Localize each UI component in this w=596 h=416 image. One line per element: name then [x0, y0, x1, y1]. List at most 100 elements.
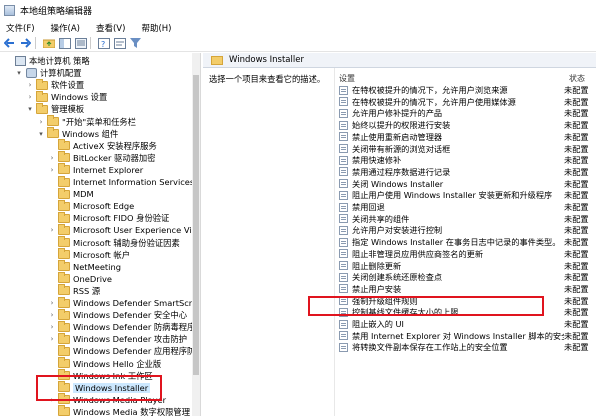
tree-item[interactable]: OneDrive	[48, 272, 112, 285]
policy-name: 禁用快速修补	[352, 155, 402, 166]
tree-item[interactable]: › Internet Explorer	[48, 163, 143, 176]
tree-item[interactable]: ▾ 管理模板	[26, 102, 85, 115]
policy-row[interactable]: 阻止嵌入的 UI 未配置	[339, 318, 596, 330]
folder-icon	[47, 127, 59, 139]
tree-item[interactable]: ▾ 计算机配置	[15, 67, 82, 79]
policy-setting-icon	[339, 155, 348, 165]
policy-row[interactable]: 关闭带有新源的浏览对话框 未配置	[339, 143, 596, 155]
tree-item[interactable]: ▾ Windows 组件	[37, 127, 118, 140]
policy-row[interactable]: 允许用户对安装进行控制 未配置	[339, 224, 596, 236]
collapsed-arrow-icon[interactable]: ›	[48, 335, 56, 343]
folder-icon	[58, 308, 70, 320]
filter-icon[interactable]	[129, 37, 142, 50]
tree-item-label: Microsoft 帐户	[73, 249, 130, 260]
tree-item[interactable]: Microsoft 辅助身份验证因素	[48, 236, 180, 249]
policy-row[interactable]: 关闭 Windows Installer 未配置	[339, 178, 596, 190]
policy-name: 禁止使用重新启动管理器	[352, 131, 443, 142]
expanded-arrow-icon[interactable]: ▾	[26, 105, 34, 113]
details-pane: Windows Installer 选择一个项目来查看它的描述。 设置 状态 在…	[203, 53, 596, 416]
tree-item[interactable]: › BitLocker 驱动器加密	[48, 151, 156, 164]
show-tree-icon[interactable]	[58, 37, 71, 50]
collapsed-arrow-icon[interactable]: ›	[48, 226, 56, 234]
tree-item-label: Internet Information Services	[73, 177, 195, 187]
menu-help[interactable]: 帮助(H)	[141, 22, 171, 34]
policy-row[interactable]: 禁止使用重新启动管理器 未配置	[339, 131, 596, 143]
menu-view[interactable]: 查看(V)	[96, 22, 125, 34]
policy-row[interactable]: 阻止非管理员应用供应商签名的更新 未配置	[339, 248, 596, 260]
column-header-setting[interactable]: 设置	[339, 73, 355, 84]
policy-row[interactable]: 禁用回退 未配置	[339, 201, 596, 213]
collapsed-arrow-icon[interactable]: ›	[26, 81, 34, 89]
forward-icon[interactable]	[19, 37, 32, 50]
help-icon[interactable]: ?	[97, 37, 110, 50]
tree-item[interactable]: › Windows 设置	[26, 90, 107, 103]
window-title: 本地组策略编辑器	[20, 6, 93, 17]
tree-item-label: Windows Hello 企业版	[73, 358, 162, 369]
policy-setting-icon	[339, 144, 348, 153]
tree-item[interactable]: Windows Media 数字权限管理	[48, 405, 191, 416]
tree-item[interactable]: ActiveX 安装程序服务	[48, 139, 157, 152]
tree-item[interactable]: Windows Hello 企业版	[48, 357, 162, 370]
tree-item-label: 管理模板	[51, 104, 85, 115]
policy-state: 未配置	[564, 295, 589, 306]
tree-item[interactable]: › Microsoft User Experience Virtualiz	[48, 223, 200, 236]
policy-row[interactable]: 禁用 Internet Explorer 对 Windows Installer…	[339, 330, 596, 342]
back-icon[interactable]	[3, 37, 16, 50]
details-header-title: Windows Installer	[229, 55, 304, 65]
toolbar: ?	[0, 35, 596, 52]
policy-row[interactable]: 允许用户修补提升的产品 未配置	[339, 107, 596, 119]
collapsed-arrow-icon[interactable]: ›	[48, 166, 56, 174]
collapsed-arrow-icon[interactable]: ›	[48, 154, 56, 162]
tree-item[interactable]: 本地计算机 策略	[4, 55, 90, 67]
menu-file[interactable]: 文件(F)	[6, 22, 35, 34]
tree-item[interactable]: Microsoft 帐户	[48, 248, 130, 261]
policy-name: 阻止嵌入的 UI	[352, 319, 404, 329]
tree-item[interactable]: › Windows Defender 攻击防护	[48, 332, 187, 345]
policy-setting-icon	[339, 249, 348, 259]
tree-item[interactable]: NetMeeting	[48, 260, 121, 273]
tree-item[interactable]: Windows Defender 应用程序防护	[48, 344, 200, 357]
expanded-arrow-icon[interactable]: ▾	[15, 69, 23, 77]
policy-row[interactable]: 禁用通过程序数据进行记录 未配置	[339, 166, 596, 178]
policy-row[interactable]: 在特权被提升的情况下，允许用户使用媒体源 未配置	[339, 96, 596, 108]
policy-row[interactable]: 关闭创建系统还原检查点 未配置	[339, 271, 596, 283]
tree-item[interactable]: Internet Information Services	[48, 175, 195, 188]
policy-row[interactable]: 阻止删除更新 未配置	[339, 260, 596, 272]
policy-row[interactable]: 禁用快速修补 未配置	[339, 154, 596, 166]
folder-icon	[58, 211, 70, 223]
tree-item[interactable]: › Windows Defender SmartScreen	[48, 296, 200, 309]
policy-row[interactable]: 在特权被提升的情况下，允许用户浏览来源 未配置	[339, 84, 596, 96]
policy-row[interactable]: 关闭共享的组件 未配置	[339, 213, 596, 225]
collapsed-arrow-icon[interactable]: ›	[26, 93, 34, 101]
tree-item[interactable]: › Windows Defender 安全中心	[48, 308, 187, 321]
policy-row[interactable]: 将转换文件副本保存在工作站上的安全位置 未配置	[339, 341, 596, 353]
properties-icon[interactable]	[113, 37, 126, 50]
policy-row[interactable]: 始终以提升的权限进行安装 未配置	[339, 119, 596, 131]
policy-row[interactable]: 阻止用户使用 Windows Installer 安装更新和升级程序 未配置	[339, 189, 596, 201]
policy-setting-icon	[339, 132, 348, 142]
expanded-arrow-icon[interactable]: ▾	[37, 130, 45, 138]
tree-item-label: Windows Media 数字权限管理	[73, 406, 191, 416]
menu-action[interactable]: 操作(A)	[51, 22, 80, 34]
tree-scrollbar-thumb[interactable]	[193, 75, 199, 375]
collapsed-arrow-icon[interactable]: ›	[48, 311, 56, 319]
up-folder-icon[interactable]	[42, 37, 55, 50]
policy-row[interactable]: 禁止用户安装 未配置	[339, 283, 596, 295]
policy-row[interactable]: 指定 Windows Installer 在事务日志中记录的事件类型。 未配置	[339, 236, 596, 248]
tree-item[interactable]: › "开始"菜单和任务栏	[37, 115, 136, 128]
tree-item[interactable]: › Windows Defender 防病毒程序	[48, 320, 195, 333]
tree-item[interactable]: › 软件设置	[26, 78, 84, 91]
tree-item[interactable]: RSS 源	[48, 284, 100, 297]
column-header-state[interactable]: 状态	[569, 73, 585, 84]
collapsed-arrow-icon[interactable]: ›	[37, 118, 45, 126]
tree-item[interactable]: Microsoft Edge	[48, 199, 134, 212]
policy-name: 关闭共享的组件	[352, 213, 410, 224]
collapsed-arrow-icon[interactable]: ›	[48, 299, 56, 307]
tree-scrollbar[interactable]	[192, 53, 200, 416]
export-icon[interactable]	[74, 37, 87, 50]
policy-state: 未配置	[564, 342, 589, 353]
collapsed-arrow-icon[interactable]: ›	[48, 323, 56, 331]
tree-item[interactable]: MDM	[48, 187, 94, 200]
folder-icon	[47, 115, 59, 126]
tree-item[interactable]: Microsoft FIDO 身份验证	[48, 211, 169, 224]
